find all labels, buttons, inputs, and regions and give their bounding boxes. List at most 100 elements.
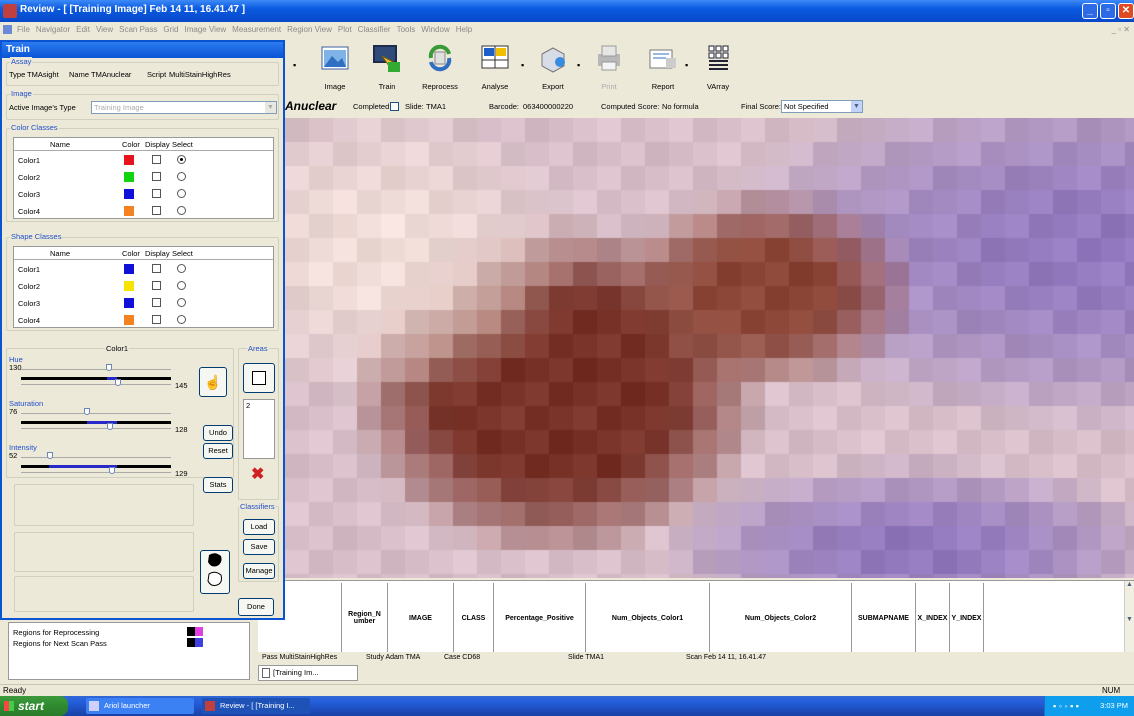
select-radio[interactable]	[177, 155, 186, 164]
table-scrollbar[interactable]: ▲ ▼	[1124, 581, 1134, 653]
area-select-button[interactable]	[243, 363, 275, 393]
display-checkbox[interactable]	[152, 172, 161, 181]
column-header[interactable]: SUBMAPNAME	[852, 583, 916, 653]
analyse-icon	[481, 45, 509, 69]
column-header[interactable]: IMAGE	[388, 583, 454, 653]
analyse-button[interactable]: Analyse	[465, 40, 525, 96]
class-name: Color2	[18, 173, 41, 182]
class-color-swatch[interactable]	[124, 206, 134, 216]
print-button[interactable]: Print	[579, 40, 639, 96]
varray-button[interactable]: VArray	[688, 40, 748, 96]
done-button[interactable]: Done	[238, 598, 274, 616]
close-button[interactable]: ✕	[1118, 3, 1134, 19]
image-button[interactable]: Image	[305, 40, 365, 96]
saturation-slider[interactable]	[21, 421, 171, 424]
menu-window[interactable]: Window	[418, 22, 452, 38]
load-classifier-button[interactable]: Load	[243, 519, 275, 535]
menu-file[interactable]: File	[14, 22, 33, 38]
select-radio[interactable]	[177, 264, 186, 273]
export-button[interactable]: Export	[523, 40, 583, 96]
menu-plot[interactable]: Plot	[335, 22, 355, 38]
menu-scan-pass[interactable]: Scan Pass	[116, 22, 160, 38]
current-class-label: Color1	[105, 344, 130, 353]
delete-area-icon[interactable]: ✖	[251, 467, 264, 483]
completed-checkbox[interactable]	[390, 101, 399, 111]
display-checkbox[interactable]	[152, 315, 161, 324]
select-radio[interactable]	[177, 189, 186, 198]
minimize-button[interactable]: _	[1082, 3, 1098, 19]
shape-tools-button[interactable]	[200, 550, 230, 594]
column-header[interactable]: CLASS	[454, 583, 494, 653]
barcode-label: Barcode:	[489, 102, 520, 111]
select-radio[interactable]	[177, 315, 186, 324]
intensity-max-thumb[interactable]	[109, 467, 115, 474]
menu-edit[interactable]: Edit	[73, 22, 93, 38]
intensity-slider[interactable]	[21, 465, 171, 468]
menu-region-view[interactable]: Region View	[284, 22, 335, 38]
scan-info-row: Pass MultiStainHighRes Study Adam TMA Ca…	[258, 652, 1134, 664]
select-radio[interactable]	[177, 172, 186, 181]
class-color-swatch[interactable]	[124, 189, 134, 199]
areas-list[interactable]: 2	[243, 399, 275, 459]
column-header[interactable]: Region_N umber	[342, 583, 388, 653]
display-checkbox[interactable]	[152, 298, 161, 307]
saturation-min-thumb[interactable]	[84, 408, 90, 415]
select-radio[interactable]	[177, 206, 186, 215]
menu-image-view[interactable]: Image View	[182, 22, 230, 38]
display-checkbox[interactable]	[152, 189, 161, 198]
areas-label: Areas	[247, 344, 269, 353]
train-button[interactable]: Train	[357, 40, 417, 96]
save-classifier-button[interactable]: Save	[243, 539, 275, 555]
display-checkbox[interactable]	[152, 281, 161, 290]
maximize-button[interactable]: ▫	[1100, 3, 1116, 19]
select-radio[interactable]	[177, 298, 186, 307]
taskbar-item-review[interactable]: Review - [ [Training I...	[202, 698, 310, 714]
column-header[interactable]: Num_Objects_Color2	[710, 583, 852, 653]
active-image-type-select[interactable]: Training Image ▼	[91, 101, 277, 114]
start-button[interactable]: start	[0, 696, 68, 716]
class-color-swatch[interactable]	[124, 264, 134, 274]
undo-button[interactable]: Undo	[203, 425, 233, 441]
stats-button[interactable]: Stats	[203, 477, 233, 493]
intensity-min-thumb[interactable]	[47, 452, 53, 459]
menu-classifier[interactable]: Classifier	[355, 22, 394, 38]
hue-min-thumb[interactable]	[106, 364, 112, 371]
taskbar-item-ariol-launcher[interactable]: Ariol launcher	[86, 698, 194, 714]
manage-classifier-button[interactable]: Manage	[243, 563, 275, 579]
display-checkbox[interactable]	[152, 264, 161, 273]
dropdown-arrow-icon[interactable]: ▪	[293, 60, 296, 70]
hand-tool-button[interactable]: ☝	[199, 367, 227, 397]
class-color-swatch[interactable]	[124, 172, 134, 182]
class-color-swatch[interactable]	[124, 298, 134, 308]
saturation-max-value: 128	[175, 425, 188, 434]
column-header[interactable]: Percentage_Positive	[494, 583, 586, 653]
menu-help[interactable]: Help	[453, 22, 475, 38]
class-color-swatch[interactable]	[124, 315, 134, 325]
display-checkbox[interactable]	[152, 155, 161, 164]
hue-max-thumb[interactable]	[115, 379, 121, 386]
reset-button[interactable]: Reset	[203, 443, 233, 459]
reprocess-button[interactable]: Reprocess	[410, 40, 470, 96]
table-header: Region_N umber IMAGE CLASS Percentage_Posit…	[260, 583, 984, 655]
menu-view[interactable]: View	[93, 22, 116, 38]
menu-navigator[interactable]: Navigator	[33, 22, 73, 38]
mdi-controls[interactable]: _ ▫ ✕	[1112, 22, 1130, 38]
training-image-tab[interactable]: [Training Im...	[258, 665, 358, 681]
saturation-max-thumb[interactable]	[107, 423, 113, 430]
class-color-swatch[interactable]	[124, 155, 134, 165]
column-header[interactable]: Num_Objects_Color1	[586, 583, 710, 653]
tissue-image[interactable]	[285, 118, 1134, 578]
report-button[interactable]: Report	[633, 40, 693, 96]
training-image-view[interactable]	[285, 118, 1134, 578]
menu-grid[interactable]: Grid	[160, 22, 181, 38]
final-score-select[interactable]: Not Specified ▼	[781, 100, 863, 113]
select-radio[interactable]	[177, 281, 186, 290]
column-header[interactable]: X_INDEX	[916, 583, 950, 653]
tray-icons[interactable]: ▪ ◦ ◦ ▪ ▪	[1053, 696, 1079, 716]
class-color-swatch[interactable]	[124, 281, 134, 291]
menu-tools[interactable]: Tools	[394, 22, 419, 38]
display-checkbox[interactable]	[152, 206, 161, 215]
column-header[interactable]: Y_INDEX	[950, 583, 984, 653]
hue-slider[interactable]	[21, 377, 171, 380]
menu-measurement[interactable]: Measurement	[229, 22, 284, 38]
